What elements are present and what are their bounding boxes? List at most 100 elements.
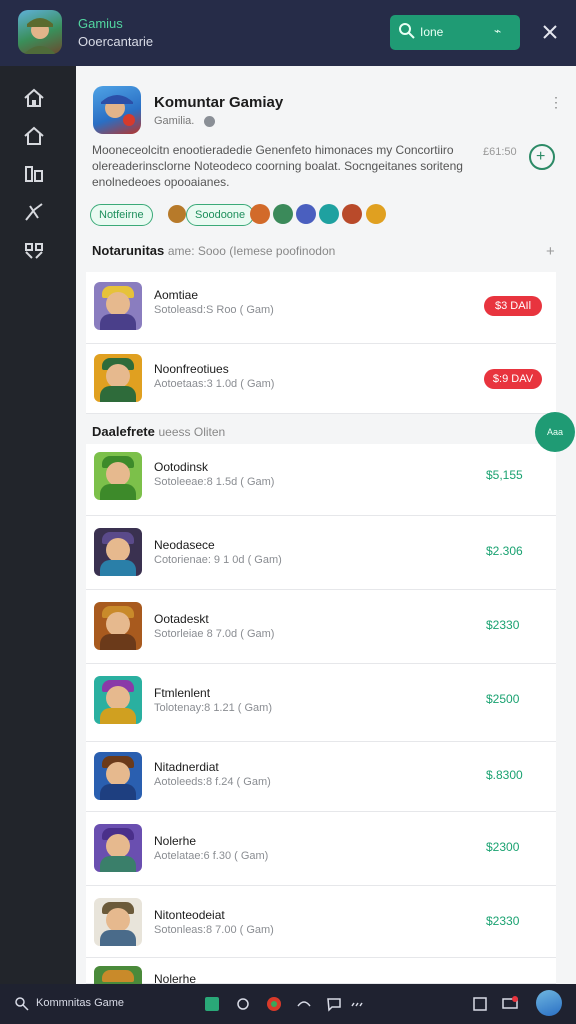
friend-avatar[interactable]	[342, 204, 362, 224]
chat-icon[interactable]	[235, 996, 251, 1012]
game-meta: Cotorienae: 9 1 0d ( Gam)	[154, 554, 282, 566]
section-title-games: Daalefrete ueess Oliten	[92, 424, 225, 439]
search-shortcut: ⌁	[494, 24, 502, 38]
plus-icon: +	[536, 148, 546, 165]
game-price: $.8300	[486, 768, 523, 782]
game-meta: Tolotenay:8 1.21 ( Gam)	[154, 702, 273, 714]
table-row[interactable]: Ftmlenlent Tolotenay:8 1.21 ( Gam) $2500	[86, 664, 556, 742]
friend-avatar[interactable]	[273, 204, 293, 224]
home-outline-icon[interactable]	[22, 124, 46, 148]
friend-avatar[interactable]	[296, 204, 316, 224]
search-label: Ione	[420, 25, 444, 39]
table-row[interactable]: Ootodinsk Sotoleeae:8 1.5d ( Gam) $5,155	[86, 444, 556, 516]
table-row[interactable]: Ootadeskt Sotorleiae 8 7.0d ( Gam) $2330	[86, 590, 556, 664]
browser-icon[interactable]	[266, 996, 282, 1012]
featured-meta-time: £61:50	[483, 146, 517, 158]
section-title-text: Notarunitas	[92, 243, 165, 258]
section-add-icon[interactable]: +	[546, 243, 555, 260]
search-icon	[399, 23, 415, 39]
game-meta: Sotoleasd:S Roo ( Gam)	[154, 304, 274, 316]
floating-action-button[interactable]: Aaa	[535, 412, 575, 452]
section-subtitle: ueess Oliten	[158, 425, 226, 439]
taskbar: Kommnitas Game	[0, 984, 576, 1024]
app-title: Gamius	[78, 16, 123, 31]
chip-secondary[interactable]: Soodoone	[186, 204, 255, 226]
friend-avatar[interactable]	[366, 204, 386, 224]
chip-primary[interactable]: Notfeirne	[90, 204, 153, 226]
game-name: Aomtiae	[154, 288, 199, 302]
more-options-icon[interactable]: ⋮	[549, 94, 563, 111]
table-row[interactable]: Nitonteodeiat Sotonleas:8 7.00 ( Gam) $2…	[86, 886, 556, 958]
close-icon[interactable]	[538, 18, 562, 46]
grid-icon[interactable]	[22, 238, 46, 262]
game-name: Neodasece	[154, 538, 215, 552]
game-controller-icon[interactable]	[296, 996, 312, 1012]
game-price: $2330	[486, 914, 520, 928]
add-button[interactable]: +	[529, 144, 555, 170]
game-thumbnail	[94, 898, 142, 946]
game-meta: Sotoleeae:8 1.5d ( Gam)	[154, 476, 275, 488]
chip-character-icon	[168, 205, 186, 223]
home-icon[interactable]	[22, 86, 46, 110]
app-icon[interactable]	[18, 10, 62, 54]
featured-title: Komuntar Gamiay	[154, 94, 284, 111]
list-item[interactable]: Noonfreotiues Aotoetaas:3 1.0d ( Gam) $:…	[86, 344, 556, 414]
game-price: $2300	[486, 840, 520, 854]
game-meta: Aotoleeds:8 f.24 ( Gam)	[154, 776, 271, 788]
list-item[interactable]: Aomtiae Sotoleasd:S Roo ( Gam) $3 DAIl	[86, 272, 556, 344]
game-thumbnail	[94, 282, 142, 330]
game-thumbnail	[94, 354, 142, 402]
library-icon[interactable]	[22, 162, 46, 186]
app-avatar-icon	[24, 18, 56, 54]
taskbar-search-text[interactable]: Kommnitas Game	[36, 997, 124, 1009]
game-meta: Aotelatae:6 f.30 ( Gam)	[154, 850, 269, 862]
game-price: $2330	[486, 618, 520, 632]
section-title-text: Daalefrete	[92, 424, 155, 439]
game-thumbnail	[94, 602, 142, 650]
game-price: $2500	[486, 692, 520, 706]
table-row[interactable]: Nolerhe Aotelatae:6 f.30 ( Gam) $2300	[86, 812, 556, 886]
game-name: Nitonteodeiat	[154, 908, 225, 922]
game-thumbnail	[94, 452, 142, 500]
tools-icon[interactable]	[22, 200, 46, 224]
game-name: Ootadeskt	[154, 612, 209, 626]
featured-description: Mooneceolcitn enootieradedie Genenfeto h…	[92, 143, 463, 189]
game-name: Nitadnerdiat	[154, 760, 219, 774]
featured-app-icon[interactable]	[93, 86, 141, 134]
game-thumbnail	[94, 966, 142, 984]
featured-subtitle: Gamilia.	[154, 115, 195, 127]
game-name: Nolerhe	[154, 834, 197, 848]
game-price: $5,155	[486, 468, 523, 482]
main-panel: Komuntar Gamiay Gamilia. ⋮ Mooneceolcitn…	[76, 66, 576, 984]
friend-avatar[interactable]	[319, 204, 339, 224]
top-bar: Gamius Ooercantarie Ione ⌁	[0, 0, 576, 66]
price-badge[interactable]: $3 DAIl	[484, 296, 542, 316]
app-subtitle: Ooercantarie	[78, 34, 154, 49]
table-row[interactable]: Nolerhe	[86, 958, 556, 984]
friend-avatar[interactable]	[250, 204, 270, 224]
messages-icon[interactable]	[326, 996, 342, 1012]
search-button[interactable]: Ione ⌁	[390, 15, 520, 50]
game-price: $2.306	[486, 544, 523, 558]
game-thumbnail	[94, 676, 142, 724]
game-meta: Sotonleas:8 7.00 ( Gam)	[154, 924, 274, 936]
section-title-featured: Notarunitas ame: Sooo (Iemese poofinodon	[92, 243, 335, 258]
user-avatar[interactable]	[536, 990, 562, 1016]
game-meta: Sotorleiae 8 7.0d ( Gam)	[154, 628, 275, 640]
game-thumbnail	[94, 752, 142, 800]
table-row[interactable]: Nitadnerdiat Aotoleeds:8 f.24 ( Gam) $.8…	[86, 742, 556, 812]
game-meta: Aotoetaas:3 1.0d ( Gam)	[154, 378, 275, 390]
game-name: Ootodinsk	[154, 460, 209, 474]
info-icon[interactable]	[204, 116, 215, 127]
wifi-icon[interactable]	[350, 996, 366, 1012]
search-icon[interactable]	[14, 996, 30, 1012]
notifications-icon[interactable]	[502, 996, 518, 1012]
price-badge[interactable]: $:9 DAV	[484, 369, 542, 389]
notes-icon[interactable]	[472, 996, 488, 1012]
table-row[interactable]: Neodasece Cotorienae: 9 1 0d ( Gam) $2.3…	[86, 516, 556, 590]
game-name: Nolerhe	[154, 972, 197, 984]
featured-avatar-icon	[101, 95, 135, 126]
sidebar	[0, 66, 76, 984]
game-thumbnail	[94, 824, 142, 872]
store-icon[interactable]	[204, 996, 220, 1012]
